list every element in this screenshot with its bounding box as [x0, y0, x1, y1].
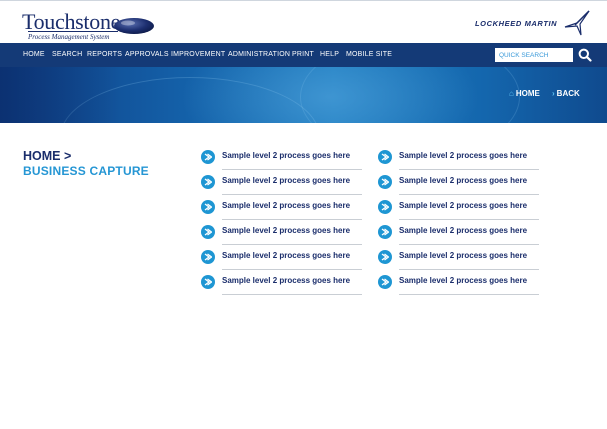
divider [222, 194, 362, 195]
header: Touchstone Process Management System LOC… [0, 0, 607, 43]
lockheed-martin-logo-text: LOCKHEED MARTIN [475, 19, 558, 28]
process-list-item[interactable]: Sample level 2 process goes here [378, 250, 543, 274]
divider [399, 294, 539, 295]
nav-administration[interactable]: ADMINISTRATION [228, 43, 290, 67]
home-icon: ⌂ [509, 89, 514, 98]
chevron-right-circle-icon [201, 225, 215, 239]
banner-back-label: BACK [556, 89, 580, 98]
divider [222, 294, 362, 295]
search-icon[interactable] [578, 48, 592, 62]
chevron-right-circle-icon [201, 275, 215, 289]
banner-home-link[interactable]: ⌂ HOME [509, 88, 540, 100]
divider [399, 194, 539, 195]
process-item-label: Sample level 2 process goes here [399, 201, 528, 210]
nav-improvement[interactable]: IMPROVEMENT [171, 43, 225, 67]
hero-banner: ⌂ HOME › BACK [0, 67, 607, 123]
divider [399, 219, 539, 220]
chevron-right-circle-icon [378, 150, 392, 164]
nav-mobile-site[interactable]: MOBILE SITE [346, 43, 392, 67]
quick-search-input[interactable] [495, 48, 573, 62]
page: Touchstone Process Management System LOC… [0, 0, 607, 429]
process-item-label: Sample level 2 process goes here [222, 251, 351, 260]
chevron-right-icon: › [552, 89, 555, 98]
process-item-label: Sample level 2 process goes here [399, 176, 528, 185]
divider [399, 244, 539, 245]
nav-reports[interactable]: REPORTS [87, 43, 122, 67]
process-list-item[interactable]: Sample level 2 process goes here [378, 175, 543, 199]
nav-help[interactable]: HELP [320, 43, 339, 67]
chevron-right-circle-icon [378, 225, 392, 239]
process-list-item[interactable]: Sample level 2 process goes here [378, 225, 543, 249]
chevron-right-circle-icon [201, 200, 215, 214]
page-title: BUSINESS CAPTURE [23, 164, 149, 178]
divider [222, 169, 362, 170]
process-item-label: Sample level 2 process goes here [222, 151, 351, 160]
chevron-right-circle-icon [201, 250, 215, 264]
main-nav: HOME SEARCH REPORTS APPROVALS IMPROVEMEN… [0, 43, 607, 67]
process-list-item[interactable]: Sample level 2 process goes here [201, 225, 366, 249]
divider [222, 269, 362, 270]
chevron-right-circle-icon [378, 200, 392, 214]
breadcrumb-home[interactable]: HOME > [23, 149, 71, 163]
process-list-item[interactable]: Sample level 2 process goes here [201, 200, 366, 224]
chevron-right-circle-icon [378, 175, 392, 189]
brand-subtitle: Process Management System [28, 31, 118, 41]
divider [399, 169, 539, 170]
chevron-right-circle-icon [378, 275, 392, 289]
lockheed-martin-star-icon [564, 10, 590, 36]
process-item-label: Sample level 2 process goes here [222, 226, 351, 235]
nav-home[interactable]: HOME [23, 43, 45, 67]
process-list-item[interactable]: Sample level 2 process goes here [201, 250, 366, 274]
touchstone-stone-icon [114, 18, 154, 34]
process-list-item[interactable]: Sample level 2 process goes here [201, 175, 366, 199]
nav-search[interactable]: SEARCH [52, 43, 82, 67]
nav-print[interactable]: PRINT [292, 43, 314, 67]
process-item-label: Sample level 2 process goes here [222, 201, 351, 210]
banner-decoration [300, 67, 520, 123]
process-item-label: Sample level 2 process goes here [222, 276, 351, 285]
process-item-label: Sample level 2 process goes here [399, 151, 528, 160]
process-list-item[interactable]: Sample level 2 process goes here [378, 150, 543, 174]
nav-approvals[interactable]: APPROVALS [125, 43, 169, 67]
process-list-item[interactable]: Sample level 2 process goes here [201, 275, 366, 299]
process-list-item[interactable]: Sample level 2 process goes here [378, 200, 543, 224]
process-item-label: Sample level 2 process goes here [399, 251, 528, 260]
chevron-right-circle-icon [201, 150, 215, 164]
process-list-item[interactable]: Sample level 2 process goes here [378, 275, 543, 299]
process-item-label: Sample level 2 process goes here [222, 176, 351, 185]
banner-back-link[interactable]: › BACK [552, 88, 580, 100]
banner-shade [0, 67, 120, 123]
chevron-right-circle-icon [201, 175, 215, 189]
divider [399, 269, 539, 270]
process-list-item[interactable]: Sample level 2 process goes here [201, 150, 366, 174]
process-item-label: Sample level 2 process goes here [399, 226, 528, 235]
process-item-label: Sample level 2 process goes here [399, 276, 528, 285]
chevron-right-circle-icon [378, 250, 392, 264]
divider [222, 219, 362, 220]
divider [222, 244, 362, 245]
banner-home-label: HOME [515, 89, 540, 98]
